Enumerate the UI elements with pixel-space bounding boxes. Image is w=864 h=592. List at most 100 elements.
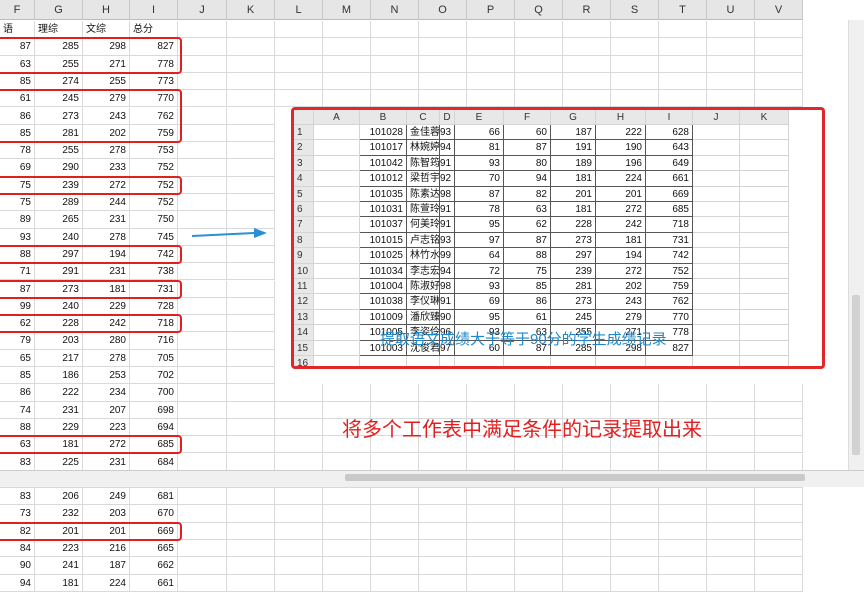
empty-cell <box>755 21 803 39</box>
data-cell: 85 <box>0 124 35 143</box>
empty-cell <box>707 55 755 73</box>
result-data-cell: 101034 <box>360 263 407 279</box>
result-empty-cell <box>693 217 740 233</box>
empty-cell <box>323 90 371 108</box>
column-title: 语 <box>0 21 35 38</box>
result-data-cell: 78 <box>455 202 504 218</box>
data-cell: 273 <box>35 280 83 298</box>
data-cell: 217 <box>35 349 83 367</box>
empty-cell <box>755 72 803 91</box>
data-cell: 249 <box>83 488 130 506</box>
empty-cell <box>563 540 611 558</box>
empty-cell <box>515 72 563 91</box>
zoom-caption: 提取语文成绩大于等于90分的学生成绩记录 <box>380 331 667 348</box>
data-cell: 71 <box>0 263 35 281</box>
result-data-cell: 191 <box>551 140 596 156</box>
data-cell: 752 <box>130 176 178 194</box>
result-empty-cell <box>504 356 551 366</box>
empty-cell <box>227 453 275 471</box>
data-cell: 762 <box>130 107 178 125</box>
column-header: K <box>227 0 275 20</box>
data-cell: 752 <box>130 194 178 212</box>
result-empty-cell <box>314 279 360 295</box>
empty-cell <box>323 557 371 575</box>
result-data-cell: 82 <box>504 186 551 202</box>
empty-cell <box>467 557 515 575</box>
data-cell: 728 <box>130 297 178 316</box>
result-empty-cell <box>693 340 740 356</box>
column-header: H <box>83 0 130 20</box>
empty-cell <box>371 488 419 506</box>
empty-cell <box>227 332 275 350</box>
empty-cell <box>227 159 275 177</box>
empty-cell <box>659 38 707 56</box>
column-header: J <box>178 0 227 20</box>
result-data-cell: 272 <box>596 202 646 218</box>
result-empty-cell <box>551 356 596 366</box>
empty-cell <box>515 21 563 39</box>
empty-cell <box>563 72 611 91</box>
data-cell: 289 <box>35 194 83 212</box>
data-cell: 233 <box>83 159 130 177</box>
result-data-cell: 88 <box>504 248 551 264</box>
data-cell: 245 <box>35 90 83 108</box>
data-cell: 222 <box>35 384 83 402</box>
empty-cell <box>707 505 755 523</box>
result-data-cell: 228 <box>551 217 596 233</box>
data-cell: 228 <box>35 315 83 333</box>
empty-cell <box>227 401 275 419</box>
result-data-cell: 陈素达 <box>407 186 440 202</box>
column-header: S <box>611 0 659 20</box>
empty-cell <box>707 21 755 39</box>
empty-cell <box>227 72 275 91</box>
result-column-header: K <box>740 110 789 125</box>
result-data-cell: 92 <box>440 171 455 187</box>
empty-cell <box>275 72 323 91</box>
data-cell: 742 <box>130 245 178 264</box>
empty-cell <box>371 574 419 592</box>
data-cell: 278 <box>83 349 130 367</box>
data-cell: 85 <box>0 367 35 385</box>
result-empty-cell <box>740 217 789 233</box>
vertical-scroll-thumb[interactable] <box>852 295 860 455</box>
result-data-cell: 70 <box>455 171 504 187</box>
column-header: P <box>467 0 515 20</box>
result-data-cell: 243 <box>596 294 646 310</box>
empty-cell <box>178 349 227 367</box>
column-header: N <box>371 0 419 20</box>
empty-cell <box>659 21 707 39</box>
empty-cell <box>178 453 227 471</box>
result-empty-cell <box>693 309 740 326</box>
result-empty-cell <box>407 356 440 366</box>
data-cell: 224 <box>83 574 130 592</box>
empty-cell <box>275 38 323 56</box>
data-cell: 187 <box>83 557 130 575</box>
empty-cell <box>178 488 227 506</box>
result-data-cell: 201 <box>596 186 646 202</box>
column-header: T <box>659 0 707 20</box>
data-cell: 83 <box>0 488 35 506</box>
result-data-cell: 69 <box>455 294 504 310</box>
data-cell: 243 <box>83 107 130 125</box>
data-cell: 731 <box>130 280 178 298</box>
result-data-cell: 60 <box>504 125 551 141</box>
empty-cell <box>467 522 515 540</box>
data-cell: 272 <box>83 176 130 194</box>
result-empty-cell <box>693 279 740 295</box>
result-data-cell: 101038 <box>360 294 407 310</box>
empty-cell <box>323 38 371 56</box>
result-empty-cell <box>314 232 360 249</box>
result-row-number: 12 <box>294 294 314 310</box>
result-data-cell: 62 <box>504 217 551 233</box>
empty-cell <box>178 505 227 523</box>
horizontal-scroll-thumb[interactable] <box>345 474 805 481</box>
data-cell: 745 <box>130 228 178 246</box>
empty-cell <box>707 401 755 419</box>
result-data-cell: 196 <box>596 155 646 172</box>
empty-cell <box>563 55 611 73</box>
result-row-number: 8 <box>294 232 314 249</box>
result-row-number: 16 <box>294 356 314 366</box>
result-data-cell: 279 <box>596 309 646 326</box>
result-data-cell: 762 <box>646 294 693 310</box>
empty-cell <box>227 107 275 125</box>
